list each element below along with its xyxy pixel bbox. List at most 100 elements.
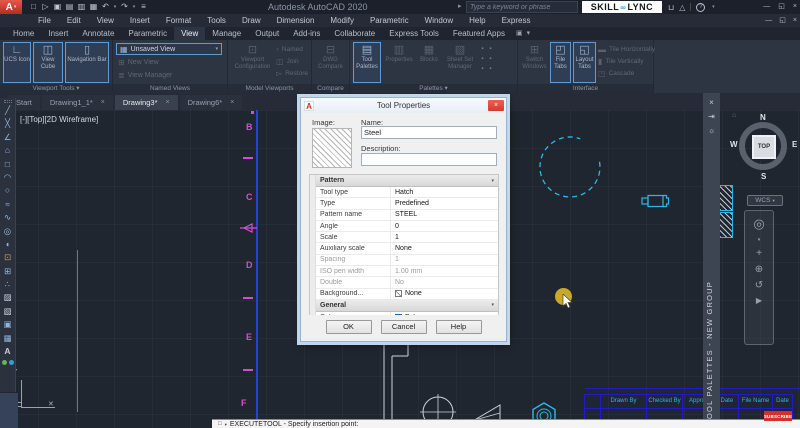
chevron-down-icon[interactable]: ▾	[758, 237, 761, 243]
tab-parametric[interactable]: Parametric	[121, 27, 174, 40]
menu-item-modify[interactable]: Modify	[322, 14, 362, 27]
menu-item-file[interactable]: File	[30, 14, 59, 27]
close-icon[interactable]: ×	[166, 99, 170, 106]
line-tool-icon[interactable]: ╱	[0, 104, 16, 117]
plot-icon[interactable]: ▥	[76, 0, 87, 14]
new-view-button[interactable]: ⊞ New View	[116, 56, 222, 68]
tab-drawing6[interactable]: Drawing6* ×	[179, 95, 243, 110]
circle-tool-icon[interactable]: ○	[0, 184, 16, 197]
palette-settings-icon[interactable]: ☼	[703, 126, 720, 135]
close-icon[interactable]: ×	[793, 14, 797, 27]
make-block-tool-icon[interactable]: ⊞	[0, 265, 16, 278]
property-row[interactable]: Scale 1	[310, 232, 498, 244]
chevron-down-icon[interactable]: ▾	[225, 420, 227, 428]
compass-west[interactable]: W	[730, 140, 738, 149]
menu-item-draw[interactable]: Draw	[234, 14, 269, 27]
rectangle-tool-icon[interactable]: □	[0, 158, 16, 171]
save-icon[interactable]: ▣	[52, 0, 63, 14]
property-row[interactable]: Tool type Hatch	[310, 187, 498, 199]
panel-label[interactable]: Viewport Tools ▾	[0, 84, 112, 93]
restore-icon[interactable]: ◱	[778, 0, 785, 14]
undo-dropdown-icon[interactable]: ▾	[112, 0, 118, 14]
close-icon[interactable]: ×	[793, 0, 797, 14]
property-row[interactable]: Double No	[310, 277, 498, 289]
construction-line-tool-icon[interactable]: ╳	[0, 117, 16, 130]
restore-viewports-button[interactable]: ▻ Restore	[276, 68, 308, 79]
insert-block-tool-icon[interactable]: ⊡	[0, 251, 16, 264]
education-icon[interactable]: △	[679, 3, 685, 12]
camera-icon[interactable]: ▣	[516, 27, 523, 40]
property-row[interactable]: Type Predefined	[310, 198, 498, 210]
tab-express-tools[interactable]: Express Tools	[382, 27, 446, 40]
compass-north[interactable]: N	[760, 113, 766, 122]
open-file-icon[interactable]: ▷	[40, 0, 51, 14]
ellipse-arc-tool-icon[interactable]: ◖	[0, 238, 16, 251]
unsaved-view-dropdown[interactable]: ▦ Unsaved View ▾	[116, 43, 222, 55]
viewport-controls[interactable]: [-][Top][2D Wireframe]	[20, 115, 98, 124]
ucs-icon-button[interactable]: ∟ UCS Icon	[3, 42, 31, 83]
tab-collaborate[interactable]: Collaborate	[327, 27, 382, 40]
blocks-button[interactable]: ▦ Blocks	[417, 42, 441, 83]
tab-view[interactable]: View	[174, 27, 206, 40]
tile-vertically-button[interactable]: ▮ Tile Vertically	[598, 56, 650, 67]
properties-button[interactable]: ▥ Properties	[383, 42, 415, 83]
compass-east[interactable]: E	[792, 140, 797, 149]
description-input[interactable]	[361, 153, 497, 166]
menu-item-edit[interactable]: Edit	[59, 14, 89, 27]
close-icon[interactable]: ×	[230, 99, 234, 106]
tab-drawing1-1[interactable]: Drawing1_1* ×	[41, 95, 113, 110]
hatch-tool-icon[interactable]: ▨	[0, 291, 16, 304]
home-icon[interactable]: ⌂	[732, 112, 736, 119]
menu-item-tools[interactable]: Tools	[199, 14, 234, 27]
help-dropdown-icon[interactable]: ▾	[710, 0, 716, 14]
panel-label[interactable]: Palettes ▾	[350, 84, 517, 93]
cart-icon[interactable]: ⊔	[668, 3, 674, 12]
cascade-button[interactable]: ◳ Cascade	[598, 68, 650, 79]
menu-item-parametric[interactable]: Parametric	[362, 14, 417, 27]
palette-extra-icon[interactable]: ▪	[479, 65, 486, 74]
arc-tool-icon[interactable]: ◠	[0, 171, 16, 184]
toolbar-grip[interactable]	[3, 100, 12, 103]
chevron-down-icon[interactable]: ▾	[527, 27, 531, 40]
section-general[interactable]: General ▾	[310, 299, 498, 312]
tab-featured-apps[interactable]: Featured Apps	[446, 27, 512, 40]
help-icon[interactable]: ?	[696, 2, 706, 12]
subscribe-badge[interactable]: SUBSCRIBE	[764, 411, 792, 421]
region-tool-icon[interactable]: ▣	[0, 318, 16, 331]
cancel-button[interactable]: Cancel	[380, 320, 427, 334]
close-icon[interactable]: ×	[101, 99, 105, 106]
point-tool-icon[interactable]: ∴	[0, 278, 16, 291]
property-row[interactable]: Spacing 1	[310, 254, 498, 267]
minimize-icon[interactable]: —	[765, 14, 772, 27]
minimize-icon[interactable]: —	[763, 0, 770, 14]
zoom-icon[interactable]: ⊕	[755, 264, 763, 275]
palette-extra-icon[interactable]: ▪	[479, 55, 486, 64]
sheet-set-manager-button[interactable]: ▧ Sheet Set Manager	[443, 42, 477, 83]
property-row[interactable]: Background... None	[310, 288, 498, 300]
property-row[interactable]: Auxiliary scale None	[310, 243, 498, 255]
wcs-dropdown[interactable]: WCS ▾	[747, 195, 783, 206]
tab-add-ins[interactable]: Add-ins	[286, 27, 327, 40]
command-line[interactable]: □ ▾ EXECUTETOOL - Specify insertion poin…	[212, 419, 800, 428]
navigation-wheel-icon[interactable]: ◎	[753, 216, 764, 232]
tab-drawing3[interactable]: Drawing3* ×	[114, 95, 178, 110]
print-icon[interactable]: ▦	[88, 0, 99, 14]
dialog-title-bar[interactable]: A Tool Properties	[301, 98, 506, 113]
view-manager-button[interactable]: ≣ View Manager	[116, 69, 222, 81]
property-row[interactable]: ISO pen width 1.00 mm	[310, 266, 498, 278]
compass-south[interactable]: S	[761, 172, 766, 181]
file-tabs-button[interactable]: ◰ File Tabs	[549, 42, 571, 83]
view-cube-button[interactable]: ◫ View Cube	[33, 42, 63, 83]
menu-item-dimension[interactable]: Dimension	[269, 14, 323, 27]
menu-item-window[interactable]: Window	[417, 14, 461, 27]
ellipse-tool-icon[interactable]: ◎	[0, 225, 16, 238]
pan-icon[interactable]: +	[756, 248, 762, 259]
menu-item-format[interactable]: Format	[158, 14, 199, 27]
undo-icon[interactable]: ↶	[100, 0, 111, 14]
close-icon[interactable]: ×	[703, 98, 720, 107]
showmotion-icon[interactable]: ▶	[756, 296, 762, 305]
redo-icon[interactable]: ↷	[119, 0, 130, 14]
spline-tool-icon[interactable]: ∿	[0, 211, 16, 224]
new-file-icon[interactable]: □	[28, 0, 39, 14]
palette-extra-icon[interactable]: ▪	[487, 65, 494, 74]
